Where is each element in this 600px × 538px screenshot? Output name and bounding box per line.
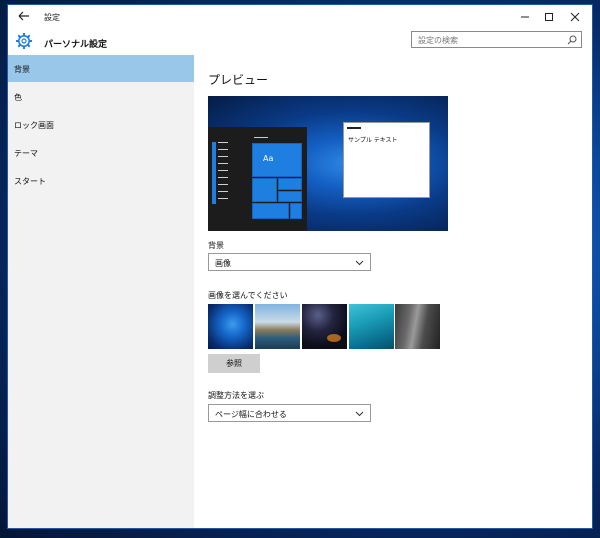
preview-line — [254, 137, 268, 138]
browse-button[interactable]: 参照 — [208, 354, 260, 373]
preview-tile — [252, 178, 277, 202]
main-content: プレビュー Aa サンプル テキスト 背景 画像 画像を選んでください 参照 調… — [194, 55, 592, 528]
preview-line — [218, 149, 228, 150]
search-icon[interactable] — [567, 35, 577, 45]
preview-tile — [252, 203, 289, 219]
chevron-down-icon — [355, 409, 364, 418]
preview-window: サンプル テキスト — [343, 122, 430, 198]
image-thumbnail-beach[interactable] — [255, 304, 300, 349]
preview-tile — [278, 191, 302, 202]
preview-tile-large: Aa — [252, 143, 302, 177]
preview-line — [218, 191, 228, 192]
title-bar: 設定 — [8, 5, 592, 29]
preview-sample-text: サンプル テキスト — [348, 137, 398, 144]
search-placeholder: 設定の検索 — [418, 36, 458, 45]
preview-tile — [278, 178, 302, 190]
sidebar-item-label: スタート — [14, 177, 46, 186]
image-thumbnail-night-sky[interactable] — [302, 304, 347, 349]
fit-dropdown[interactable]: ページ幅に合わせる — [208, 404, 371, 422]
sidebar-item-start[interactable]: スタート — [8, 167, 194, 194]
sidebar-item-label: 色 — [14, 93, 22, 102]
page-title: パーソナル設定 — [44, 40, 108, 50]
page-header: パーソナル設定 設定の検索 — [8, 29, 592, 57]
image-thumbnail-windows-hero[interactable] — [208, 304, 253, 349]
preview-line — [218, 170, 228, 171]
window-title: 設定 — [44, 13, 60, 22]
sidebar-item-label: 背景 — [14, 65, 30, 74]
background-dropdown[interactable]: 画像 — [208, 253, 371, 271]
maximize-icon[interactable] — [538, 7, 560, 27]
preview-tile-label: Aa — [263, 154, 274, 163]
preview-window-bar — [347, 127, 361, 129]
choose-image-label: 画像を選んでください — [208, 291, 288, 300]
preview-line — [218, 163, 228, 164]
sidebar: 背景 色 ロック画面 テーマ スタート — [8, 55, 194, 528]
sidebar-item-label: ロック画面 — [14, 121, 54, 130]
back-arrow-icon[interactable] — [16, 8, 32, 24]
preview-line — [218, 156, 228, 157]
sidebar-item-theme[interactable]: テーマ — [8, 139, 194, 166]
sidebar-item-color[interactable]: 色 — [8, 83, 194, 110]
search-input[interactable]: 設定の検索 — [411, 31, 582, 48]
chevron-down-icon — [355, 258, 364, 267]
preview-line — [218, 142, 228, 143]
preview-image: Aa サンプル テキスト — [208, 96, 448, 231]
gear-icon — [15, 32, 33, 50]
fit-dropdown-value: ページ幅に合わせる — [215, 410, 287, 419]
minimize-icon[interactable] — [514, 7, 536, 27]
background-dropdown-value: 画像 — [215, 259, 231, 268]
settings-window: 設定 パーソナル設定 設定の検索 背景 色 ロック画面 テーマ スタート プレビ… — [8, 5, 592, 528]
preview-rail — [212, 142, 216, 204]
preview-tile — [290, 203, 302, 219]
preview-start-menu: Aa — [208, 127, 307, 231]
sidebar-item-lock-screen[interactable]: ロック画面 — [8, 111, 194, 138]
preview-heading: プレビュー — [208, 73, 269, 87]
fit-label: 調整方法を選ぶ — [208, 391, 264, 400]
sidebar-item-background[interactable]: 背景 — [8, 55, 194, 82]
close-icon[interactable] — [564, 7, 586, 27]
preview-line — [218, 184, 228, 185]
image-thumbnail-rock-wall[interactable] — [395, 304, 440, 349]
background-label: 背景 — [208, 241, 224, 250]
image-thumbnail-underwater[interactable] — [349, 304, 394, 349]
preview-line — [218, 198, 228, 199]
preview-line — [218, 177, 228, 178]
sidebar-item-label: テーマ — [14, 149, 38, 158]
